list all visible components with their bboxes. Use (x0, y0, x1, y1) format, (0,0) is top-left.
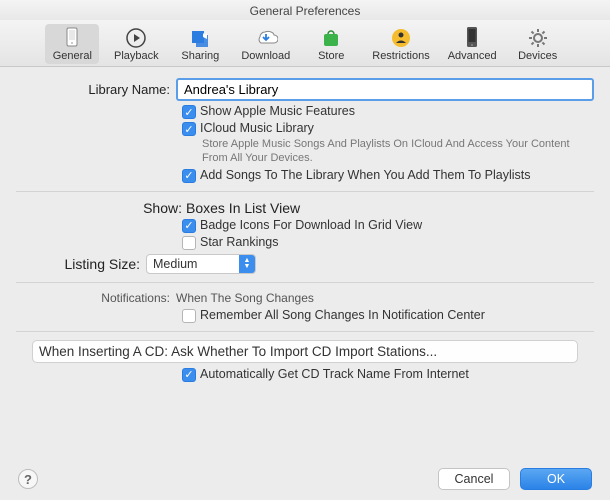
gear-icon (524, 26, 552, 50)
cd-insert-label: When Inserting A CD: (39, 344, 168, 359)
sharing-icon (186, 26, 214, 50)
restrictions-icon (387, 26, 415, 50)
chevron-updown-icon: ▲▼ (239, 255, 255, 273)
tab-label: General (53, 50, 92, 62)
auto-cd-track-checkbox[interactable]: ✓ (182, 368, 196, 382)
show-value: Boxes In List View (186, 200, 300, 216)
window-title: General Preferences (0, 0, 610, 20)
bottom-bar: ? Cancel OK (0, 468, 610, 490)
tab-general[interactable]: General (45, 24, 99, 64)
show-label: Show: (126, 200, 182, 216)
library-name-input[interactable] (176, 78, 594, 101)
icloud-library-label: ICloud Music Library (200, 121, 314, 135)
library-name-label: Library Name: (16, 82, 176, 97)
tab-label: Download (241, 50, 290, 62)
store-icon (317, 26, 345, 50)
star-rankings-checkbox[interactable] (182, 236, 196, 250)
icloud-library-checkbox[interactable]: ✓ (182, 122, 196, 136)
show-apple-music-label: Show Apple Music Features (200, 104, 355, 118)
tab-label: Advanced (448, 50, 497, 62)
tab-label: Restrictions (372, 50, 429, 62)
tab-sharing[interactable]: Sharing (173, 24, 227, 64)
cancel-button[interactable]: Cancel (438, 468, 510, 490)
remember-notifications-checkbox[interactable] (182, 309, 196, 323)
add-songs-checkbox[interactable]: ✓ (182, 169, 196, 183)
preferences-content: Library Name: ✓ Show Apple Music Feature… (0, 67, 610, 392)
auto-cd-track-label: Automatically Get CD Track Name From Int… (200, 367, 469, 381)
add-songs-label: Add Songs To The Library When You Add Th… (200, 168, 531, 182)
listing-size-value: Medium (153, 257, 197, 271)
help-button[interactable]: ? (18, 469, 38, 489)
show-apple-music-checkbox[interactable]: ✓ (182, 105, 196, 119)
tab-store[interactable]: Store (304, 24, 358, 64)
icloud-library-description: Store Apple Music Songs And Playlists On… (202, 138, 594, 166)
general-icon (58, 26, 86, 50)
badge-icons-label: Badge Icons For Download In Grid View (200, 218, 422, 232)
cd-insert-value: Ask Whether To Import CD Import Stations… (171, 344, 437, 359)
tab-devices[interactable]: Devices (511, 24, 565, 64)
tab-restrictions[interactable]: Restrictions (368, 24, 433, 64)
cd-insert-select[interactable]: When Inserting A CD: Ask Whether To Impo… (32, 340, 578, 363)
download-icon (252, 26, 280, 50)
tab-label: Sharing (181, 50, 219, 62)
notifications-value: When The Song Changes (176, 291, 314, 305)
listing-size-label: Listing Size: (16, 256, 146, 272)
tab-label: Playback (114, 50, 159, 62)
listing-size-select[interactable]: Medium ▲▼ (146, 254, 256, 274)
tab-label: Devices (518, 50, 557, 62)
ok-button[interactable]: OK (520, 468, 592, 490)
badge-icons-checkbox[interactable]: ✓ (182, 219, 196, 233)
advanced-icon (458, 26, 486, 50)
tab-playback[interactable]: Playback (109, 24, 163, 64)
tab-download[interactable]: Download (237, 24, 294, 64)
tab-advanced[interactable]: Advanced (444, 24, 501, 64)
tab-label: Store (318, 50, 344, 62)
remember-notifications-label: Remember All Song Changes In Notificatio… (200, 308, 485, 322)
playback-icon (122, 26, 150, 50)
star-rankings-label: Star Rankings (200, 235, 279, 249)
preferences-toolbar: General Playback Sharing Download Store … (0, 20, 610, 67)
notifications-label: Notifications: (16, 291, 176, 305)
